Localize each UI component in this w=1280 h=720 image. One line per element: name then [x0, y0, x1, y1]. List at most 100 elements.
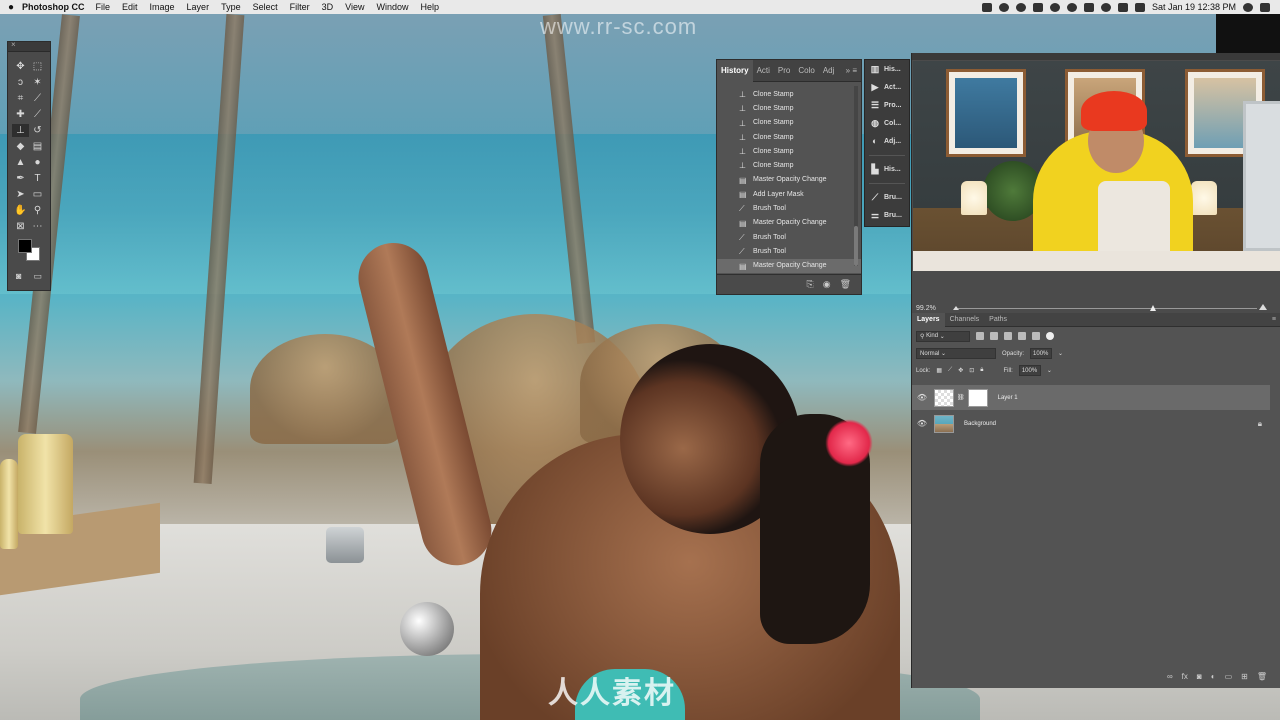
menu-select[interactable]: Select	[253, 2, 278, 12]
hand-tool-icon[interactable]: ✋	[12, 204, 29, 217]
type-filter-icon[interactable]	[1004, 332, 1012, 340]
creative-cloud-icon[interactable]	[981, 2, 992, 12]
lock-pixels-icon[interactable]: ⟋	[948, 367, 952, 374]
eraser-tool-icon[interactable]: ◆	[12, 140, 29, 153]
layer-row-background[interactable]: 👁︎ Background 🔒︎	[912, 411, 1270, 436]
filter-kind-select[interactable]: ⚲ Kind ⌄	[916, 330, 970, 342]
link-layers-icon[interactable]: ∞	[1167, 672, 1173, 681]
dock-item-brush-settings[interactable]: ⚌ Bru...	[865, 206, 909, 224]
battery-icon[interactable]	[1134, 2, 1145, 12]
zoom-in-icon[interactable]	[1259, 304, 1267, 310]
zoom-tool-icon[interactable]: ⚲	[29, 204, 46, 217]
dock-item-color[interactable]: ◍ Col...	[865, 114, 909, 132]
menu-file[interactable]: File	[96, 2, 111, 12]
layer-mask-thumbnail[interactable]	[967, 388, 988, 407]
layer-style-icon[interactable]: fx	[1182, 672, 1188, 681]
blend-mode-select[interactable]: Normal ⌄	[916, 348, 996, 359]
menu-filter[interactable]: Filter	[290, 2, 310, 12]
dropbox-icon[interactable]	[1032, 2, 1043, 12]
history-scrollbar[interactable]	[854, 86, 858, 266]
rectangle-tool-icon[interactable]: ▭	[29, 188, 46, 201]
app-menu[interactable]: Photoshop CC	[22, 2, 85, 12]
history-brush-tool-icon[interactable]: ↺	[29, 124, 46, 137]
menu-image[interactable]: Image	[150, 2, 175, 12]
spotlight-icon[interactable]	[1243, 2, 1253, 12]
history-item[interactable]: ⟋ Brush Tool	[717, 244, 861, 258]
menu-edit[interactable]: Edit	[122, 2, 138, 12]
new-document-from-state-icon[interactable]: ⎘	[807, 279, 814, 290]
notification-center-icon[interactable]	[1260, 2, 1270, 12]
layer-row-layer-1[interactable]: 👁︎ ⛓︎ Layer 1	[912, 385, 1270, 410]
apple-icon[interactable]: ●	[0, 2, 22, 13]
dock-item-histogram[interactable]: ▥ His...	[865, 60, 909, 78]
tab-layers[interactable]: Layers	[912, 312, 945, 327]
eye-icon[interactable]: 👁︎	[912, 419, 932, 428]
gradient-tool-icon[interactable]: ▤	[29, 140, 46, 153]
clone-stamp-tool-icon[interactable]: ⊥	[12, 124, 29, 137]
opacity-field[interactable]: 100%	[1030, 348, 1053, 359]
dock-item-adjustments[interactable]: ◐ Adj...	[865, 132, 909, 150]
tab-adjustments[interactable]: Adj	[819, 60, 839, 82]
history-item[interactable]: ⊥ Clone Stamp	[717, 144, 861, 158]
lasso-tool-icon[interactable]: ↄ	[12, 76, 29, 89]
group-icon[interactable]: ▭	[1225, 672, 1233, 681]
history-item[interactable]: ⊥ Clone Stamp	[717, 130, 861, 144]
tab-properties[interactable]: Pro	[774, 60, 794, 82]
menu-view[interactable]: View	[345, 2, 364, 12]
marquee-tool-icon[interactable]: ⬚	[29, 60, 46, 73]
new-layer-icon[interactable]: ⊞	[1241, 672, 1248, 681]
lock-transparency-icon[interactable]: ▦	[936, 367, 942, 374]
add-mask-icon[interactable]: ◙	[1197, 672, 1202, 681]
history-item[interactable]: ⊥ Clone Stamp	[717, 116, 861, 130]
foreground-color-swatch[interactable]	[18, 239, 32, 253]
tab-actions[interactable]: Acti	[753, 60, 774, 82]
adjustment-filter-icon[interactable]	[990, 332, 998, 340]
panel-group-titlebar[interactable]	[912, 53, 1280, 60]
pixel-filter-icon[interactable]	[976, 332, 984, 340]
adjustment-layer-icon[interactable]: ◐	[1211, 672, 1216, 681]
close-icon[interactable]: ×	[11, 40, 16, 49]
history-item[interactable]: ▤ Master Opacity Change	[717, 173, 861, 187]
quick-mask-icon[interactable]: ◙	[16, 271, 21, 282]
frame-tool-icon[interactable]: ⊠	[12, 220, 29, 233]
history-item[interactable]: ▤ Add Layer Mask	[717, 187, 861, 201]
lock-artboard-icon[interactable]: ⊡	[969, 367, 974, 374]
dodge-tool-icon[interactable]: ●	[29, 156, 46, 169]
link-icon[interactable]: ⛓︎	[957, 394, 965, 401]
zoom-slider-handle[interactable]	[1150, 305, 1156, 311]
magic-wand-tool-icon[interactable]: ✶	[29, 76, 46, 89]
airplay-icon[interactable]	[1083, 2, 1094, 12]
color-swatches[interactable]	[12, 239, 46, 265]
panel-menu-icon[interactable]: ≡	[1272, 316, 1280, 323]
chevron-down-icon[interactable]: ⌄	[1047, 367, 1052, 374]
volume-icon[interactable]	[1117, 2, 1128, 12]
trash-icon[interactable]: 🗑	[840, 279, 851, 290]
wifi-icon[interactable]	[1100, 2, 1111, 12]
navigator-preview[interactable]	[913, 61, 1280, 271]
eye-icon[interactable]: 👁︎	[912, 393, 932, 402]
zoom-value[interactable]: 99.2%	[916, 305, 936, 312]
history-item[interactable]: ⟋ Brush Tool	[717, 201, 861, 215]
filter-toggle-icon[interactable]	[1046, 332, 1054, 340]
layer-name[interactable]: Layer 1	[998, 395, 1018, 401]
dock-item-actions[interactable]: ▶ Act...	[865, 78, 909, 96]
crop-tool-icon[interactable]: ⌗	[12, 92, 29, 105]
tab-color[interactable]: Colo	[794, 60, 818, 82]
scrollbar-thumb[interactable]	[854, 226, 858, 266]
smart-object-filter-icon[interactable]	[1032, 332, 1040, 340]
pen-tool-icon[interactable]: ✒	[12, 172, 29, 185]
camera-icon[interactable]: ◉	[823, 279, 831, 290]
lock-position-icon[interactable]: ✥	[958, 367, 963, 374]
menu-help[interactable]: Help	[420, 2, 439, 12]
history-item[interactable]: ▤ Master Opacity Change	[717, 216, 861, 230]
layer-name[interactable]: Background	[964, 421, 996, 427]
menu-type[interactable]: Type	[221, 2, 241, 12]
history-item[interactable]: ⊥ Clone Stamp	[717, 87, 861, 101]
chevron-down-icon[interactable]: ⌄	[1058, 350, 1063, 357]
fill-field[interactable]: 100%	[1018, 365, 1041, 376]
menu-layer[interactable]: Layer	[187, 2, 210, 12]
history-item[interactable]: ⊥ Clone Stamp	[717, 158, 861, 172]
tab-history[interactable]: History	[717, 59, 753, 82]
trash-icon[interactable]: 🗑	[1257, 672, 1267, 681]
brush-tool-icon[interactable]: ⟋	[29, 108, 46, 121]
